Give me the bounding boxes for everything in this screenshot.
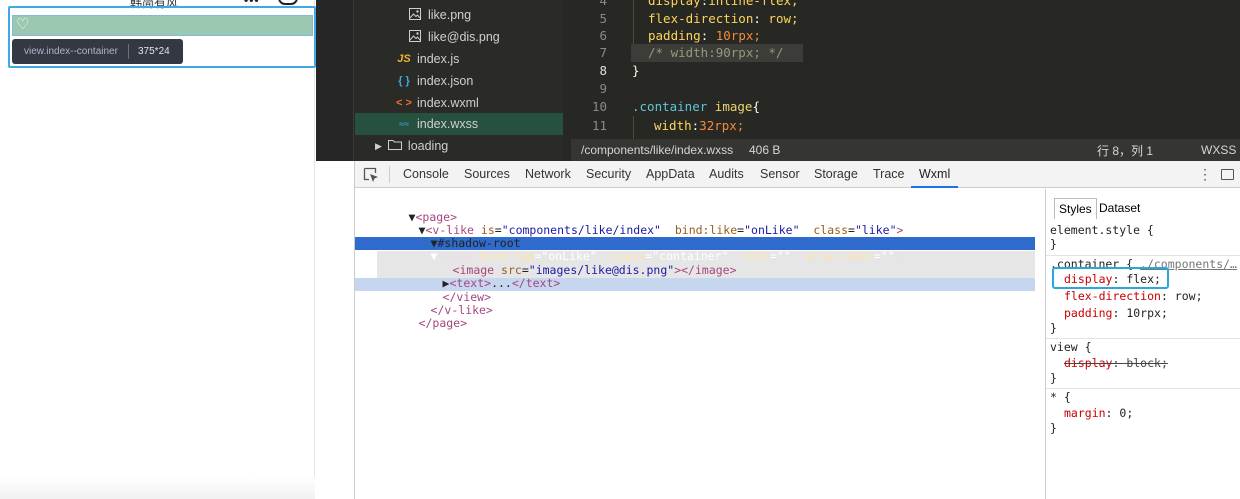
- tab-appdata[interactable]: AppData: [646, 161, 695, 188]
- devtools-tab-bar: Console Sources Network Security AppData…: [355, 161, 1240, 188]
- tab-wxml[interactable]: Wxml: [911, 161, 959, 188]
- tab-security[interactable]: Security: [586, 161, 631, 188]
- code-line: 4 display:inline-flex;: [599, 0, 799, 8]
- status-cursor-position[interactable]: 行 8，列 1: [1097, 142, 1153, 159]
- file-item-label: index.js: [417, 52, 460, 66]
- style-prop-padding[interactable]: padding: 10rpx;: [1064, 305, 1168, 321]
- json-icon: { }: [398, 75, 410, 87]
- style-prop-display-overridden[interactable]: display: block;: [1064, 355, 1168, 371]
- styles-tab-bar: Styles Dataset: [1046, 189, 1240, 223]
- rule-element-style[interactable]: element.style {: [1050, 222, 1154, 238]
- simulator-bottom-shadow: [0, 477, 315, 499]
- undock-icon[interactable]: [1221, 169, 1234, 180]
- wxml-icon: < >: [396, 97, 412, 109]
- style-prop-flex-direction[interactable]: flex-direction: row;: [1064, 288, 1203, 304]
- styles-pane: Styles Dataset element.style { } .contai…: [1045, 189, 1240, 499]
- file-item-like-png[interactable]: like.png: [407, 4, 471, 26]
- dom-node-v-like[interactable]: ▼<v-like is="components/like/index" bind…: [377, 211, 904, 237]
- file-item-label: loading: [407, 139, 449, 153]
- rule-close-brace: }: [1050, 371, 1057, 385]
- dom-node-view-close[interactable]: </view>: [401, 278, 491, 304]
- display-flex-highlight: [1052, 267, 1169, 289]
- folder-icon: [387, 139, 403, 153]
- editor-area: like.png like@dis.png JS index.js { } in…: [316, 0, 1240, 161]
- inspect-element-icon[interactable]: [363, 167, 379, 183]
- code-line: 8 }: [599, 63, 640, 78]
- dom-node-page-close[interactable]: </page>: [377, 304, 467, 330]
- tab-console[interactable]: Console: [403, 161, 449, 188]
- image-icon: [407, 29, 423, 45]
- code-line: 9: [599, 81, 607, 96]
- folder-item-loading[interactable]: ▶ loading: [375, 135, 448, 157]
- dom-node-text[interactable]: ▶<text>...</text>: [401, 264, 561, 290]
- status-file-path: /components/like/index.wxss: [581, 143, 734, 157]
- tab-storage[interactable]: Storage: [814, 161, 858, 188]
- dom-node-page[interactable]: ▼<page>: [367, 198, 457, 224]
- devtools-panel: Console Sources Network Security AppData…: [354, 161, 1240, 499]
- dom-node-shadow-root[interactable]: ▼#shadow-root: [389, 224, 521, 250]
- status-file-size: 406 B: [749, 143, 781, 157]
- file-item-index-js[interactable]: JS index.js: [396, 48, 459, 70]
- rule-close-brace: }: [1050, 237, 1057, 251]
- chevron-right-icon[interactable]: ▶: [375, 141, 382, 152]
- rule-close-brace: }: [1050, 321, 1057, 335]
- rule-close-brace: }: [1050, 421, 1057, 435]
- code-line: 10 .container image{: [591, 99, 760, 114]
- inspect-tooltip: view.index--container 375*24: [12, 39, 183, 64]
- status-language[interactable]: WXSS: [1201, 143, 1236, 157]
- close-capsule-icon[interactable]: [278, 0, 298, 5]
- rule-view-selector[interactable]: view {: [1050, 339, 1092, 355]
- file-item-label: like@dis.png: [428, 30, 500, 44]
- file-item-label: index.wxss: [417, 117, 479, 131]
- tab-styles[interactable]: Styles: [1054, 198, 1097, 219]
- file-item-index-wxml[interactable]: < > index.wxml: [396, 92, 479, 114]
- code-line: 11 width:32rpx;: [591, 118, 745, 133]
- code-line: 5 flex-direction: row;: [599, 11, 799, 26]
- image-icon: [407, 7, 423, 23]
- dom-node-v-like-close[interactable]: </v-like>: [389, 291, 493, 317]
- tab-sources[interactable]: Sources: [464, 161, 510, 188]
- file-item-index-json[interactable]: { } index.json: [396, 70, 473, 92]
- editor-status-bar: /components/like/index.wxss 406 B 行 8，列 …: [571, 139, 1240, 161]
- tab-audits[interactable]: Audits: [709, 161, 744, 188]
- tab-dataset[interactable]: Dataset: [1099, 201, 1140, 215]
- code-line: 7 /* width:90rpx; */: [599, 45, 784, 60]
- rule-universal-selector[interactable]: * {: [1050, 389, 1071, 405]
- file-item-label: like.png: [428, 8, 472, 22]
- tab-network[interactable]: Network: [525, 161, 571, 188]
- tab-divider: [389, 166, 390, 183]
- simulator-panel: 韩简有风 ••• ♡ view.index--container 375*24: [0, 0, 316, 499]
- style-prop-margin[interactable]: margin: 0;: [1064, 405, 1133, 421]
- file-item-label: index.json: [417, 74, 474, 88]
- code-editor[interactable]: 4 display:inline-flex; 5 flex-direction:…: [571, 0, 1240, 139]
- tooltip-size: 375*24: [138, 46, 170, 57]
- dom-node-image[interactable]: <image src="images/like@dis.png"></image…: [411, 251, 737, 277]
- file-item-label: index.wxml: [417, 96, 479, 110]
- js-icon: JS: [397, 53, 411, 65]
- tooltip-selector: view.index--container: [12, 44, 129, 59]
- rule-separator: [1046, 388, 1240, 389]
- file-tree: like.png like@dis.png JS index.js { } in…: [355, 0, 608, 161]
- tab-sensor[interactable]: Sensor: [760, 161, 800, 188]
- wxml-dom-tree[interactable]: ▼<page> ▼<v-like is="components/like/ind…: [355, 189, 1045, 499]
- file-item-like-dis-png[interactable]: like@dis.png: [407, 26, 500, 48]
- activity-gutter: [316, 0, 354, 161]
- more-options-icon[interactable]: ⋮: [1198, 166, 1212, 183]
- dom-node-view-selected[interactable]: ▼<view bind:tap="onLike" class="containe…: [389, 237, 902, 263]
- code-line: 6 padding: 10rpx;: [599, 28, 761, 43]
- tab-trace[interactable]: Trace: [873, 161, 905, 188]
- file-item-index-wxss[interactable]: ≈≈ index.wxss: [396, 113, 478, 135]
- wxss-icon: ≈≈: [399, 119, 409, 129]
